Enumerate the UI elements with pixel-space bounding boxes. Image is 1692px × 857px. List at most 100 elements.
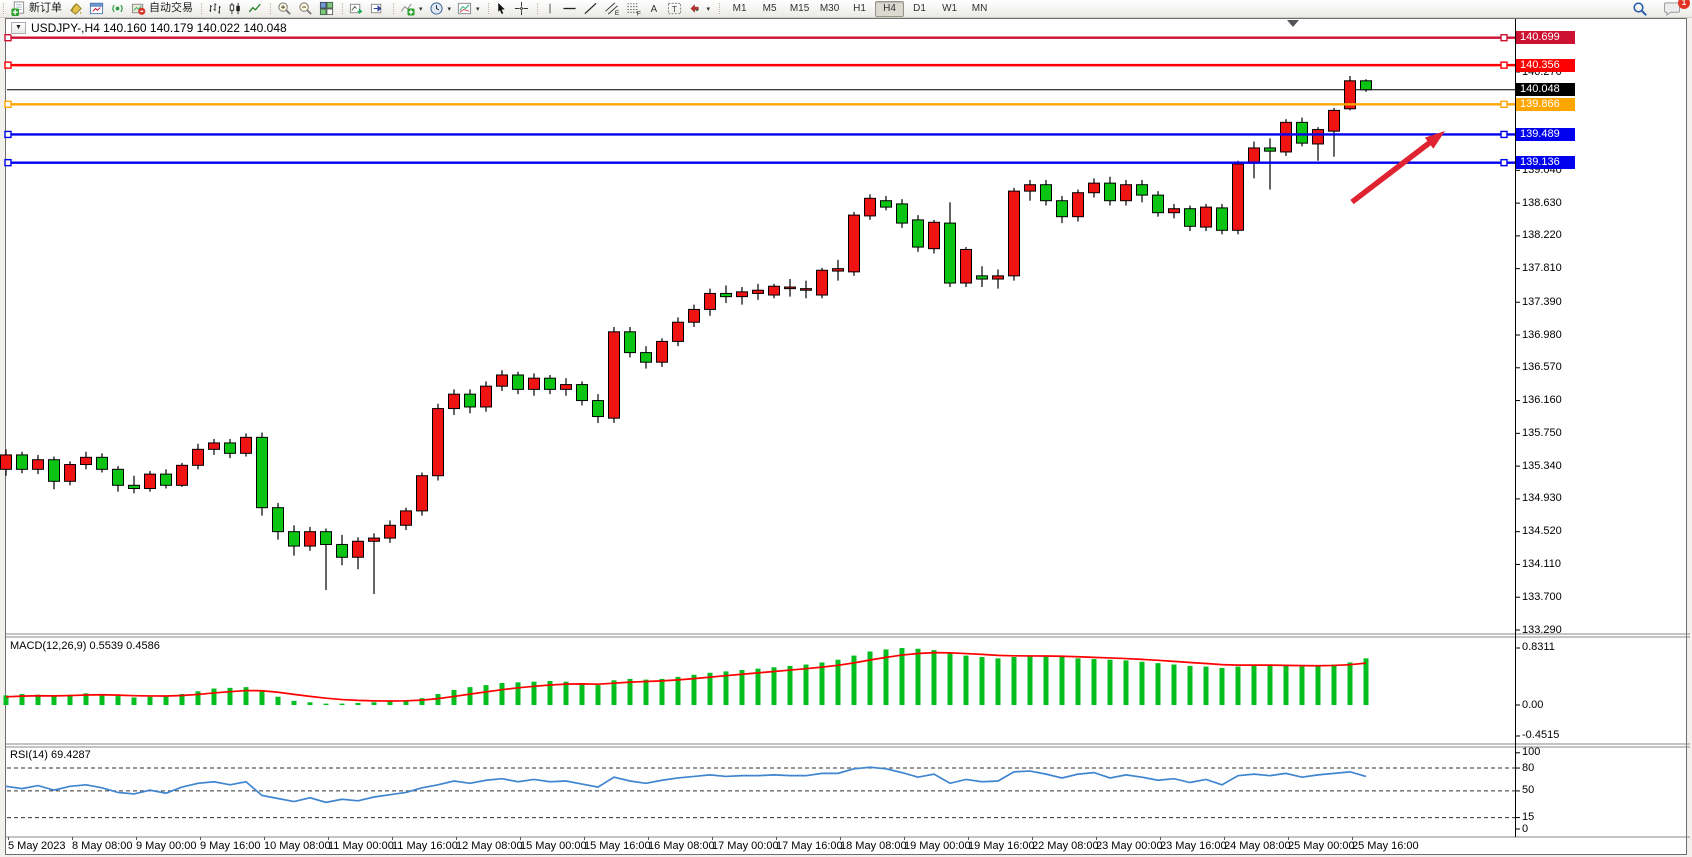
line-handle[interactable] (1501, 62, 1507, 68)
signals-button[interactable] (107, 1, 128, 16)
line-handle[interactable] (1501, 101, 1507, 107)
trend-arrow-annotation[interactable] (1352, 141, 1432, 202)
bear-candle (945, 223, 956, 283)
one-click-trading-toggle-icon[interactable]: ▼ (11, 22, 26, 34)
price-tick-label: 136.570 (1522, 361, 1562, 373)
bull-candle (1025, 185, 1036, 191)
open-chart-button[interactable] (86, 1, 107, 16)
indicators-button[interactable]: ▾ (397, 1, 426, 16)
timeframe-h1[interactable]: H1 (845, 1, 874, 17)
search-icon[interactable] (1629, 1, 1651, 16)
price-level-label: 139.489 (1516, 128, 1575, 141)
autotrading-button[interactable]: 自动交易 (128, 1, 196, 16)
time-tick-label: 17 May 00:00 (712, 840, 779, 852)
time-tick-label: 22 May 08:00 (1032, 840, 1099, 852)
toolbar-button-label: 自动交易 (149, 1, 193, 16)
fibonacci-tool[interactable]: F (623, 1, 645, 16)
autoscroll-icon (349, 1, 364, 16)
bear-candle (977, 276, 988, 279)
fibo-icon: F (626, 1, 642, 16)
bid-price-label: 140.048 (1516, 83, 1575, 96)
time-tick-label: 16 May 08:00 (648, 840, 715, 852)
price-tick-label: 134.110 (1522, 558, 1561, 570)
line-handle[interactable] (1501, 131, 1507, 137)
time-tick-label: 24 May 08:00 (1224, 840, 1291, 852)
timeframe-h4[interactable]: H4 (875, 1, 904, 17)
bar-chart-mode-button[interactable] (205, 1, 225, 16)
bear-candle (1361, 81, 1372, 90)
bear-candle (1185, 209, 1196, 227)
bear-candle (1137, 185, 1148, 195)
template-icon (457, 1, 472, 16)
cursor-tool-button[interactable] (492, 1, 511, 16)
line-handle[interactable] (5, 35, 11, 41)
bull-candle (817, 270, 828, 295)
text-label-icon: T (667, 1, 682, 16)
text-tool[interactable]: A (645, 1, 664, 16)
timeframe-mn[interactable]: MN (965, 1, 994, 17)
bear-candle (1265, 148, 1276, 151)
zoom-out-button[interactable] (295, 1, 316, 16)
chart-canvas[interactable] (0, 0, 1692, 857)
toolbar-group: E FAT ▾ (534, 0, 716, 17)
vertical-line-tool[interactable] (541, 1, 559, 16)
crosshair-tool-button[interactable] (511, 1, 532, 16)
equidistant-channel-tool[interactable]: E (601, 1, 623, 16)
line-chart-icon (248, 1, 262, 16)
arrows-tool[interactable]: ▾ (685, 1, 714, 16)
zoom-in-button[interactable] (274, 1, 295, 16)
tile-windows-button[interactable] (316, 1, 337, 16)
price-level-label: 139.136 (1516, 156, 1575, 169)
line-handle[interactable] (1501, 35, 1507, 41)
bear-candle (225, 443, 236, 453)
chart-shift-button[interactable] (367, 1, 388, 16)
auto-scroll-button[interactable] (346, 1, 367, 16)
time-tick-label: 10 May 08:00 (264, 840, 331, 852)
line-handle[interactable] (5, 101, 11, 107)
candlestick-mode-button[interactable] (225, 1, 245, 16)
timeframe-m15[interactable]: M15 (785, 1, 814, 17)
templates-button[interactable]: ▾ (454, 1, 483, 16)
macd-signal-line (6, 653, 1366, 701)
trendline-tool[interactable] (580, 1, 601, 16)
bear-candle (1041, 185, 1052, 201)
new-order-button[interactable]: 新订单 (7, 1, 65, 16)
line-handle[interactable] (1501, 160, 1507, 166)
periods-button[interactable]: ▾ (426, 1, 455, 16)
text-label-tool[interactable]: T (664, 1, 685, 16)
time-tick-label: 8 May 08:00 (72, 840, 133, 852)
timeframe-m30[interactable]: M30 (815, 1, 844, 17)
styler-button[interactable] (65, 1, 86, 16)
bull-candle (433, 409, 444, 476)
notifications-icon[interactable]: 1 (1661, 1, 1684, 16)
rsi-tick-label: 0 (1522, 823, 1528, 835)
timeframe-d1[interactable]: D1 (905, 1, 934, 17)
bear-candle (321, 532, 332, 545)
svg-text:F: F (636, 11, 640, 16)
timeframe-m1[interactable]: M1 (725, 1, 754, 17)
bull-candle (401, 511, 412, 525)
line-handle[interactable] (5, 160, 11, 166)
bull-candle (737, 292, 748, 297)
chart-title-strip: ▼ USDJPY-,H4 140.160 140.179 140.022 140… (11, 21, 291, 35)
horizontal-line-tool[interactable] (559, 1, 580, 16)
bull-candle (929, 222, 940, 248)
bear-candle (465, 394, 476, 407)
timeframe-w1[interactable]: W1 (935, 1, 964, 17)
line-chart-mode-button[interactable] (245, 1, 265, 16)
time-tick-label: 11 May 16:00 (392, 840, 458, 852)
time-tick-label: 15 May 00:00 (520, 840, 587, 852)
line-handle[interactable] (5, 131, 11, 137)
svg-text:T: T (671, 4, 676, 14)
bear-candle (1153, 195, 1164, 213)
timeframe-m5[interactable]: M5 (755, 1, 784, 17)
bull-candle (561, 385, 572, 390)
bear-candle (113, 469, 124, 485)
main-toolbar: 新订单自动交易▾▾▾EFAT▾ M1M5M15M30H1H4D1W1MN 1 (0, 0, 1692, 18)
price-tick-label: 133.700 (1522, 591, 1562, 603)
line-handle[interactable] (5, 62, 11, 68)
toolbar-groups: 新订单自动交易▾▾▾EFAT▾ (0, 0, 715, 17)
bull-candle (529, 378, 540, 389)
chart-title: USDJPY-,H4 140.160 140.179 140.022 140.0… (31, 21, 287, 35)
bull-candle (1313, 130, 1324, 144)
